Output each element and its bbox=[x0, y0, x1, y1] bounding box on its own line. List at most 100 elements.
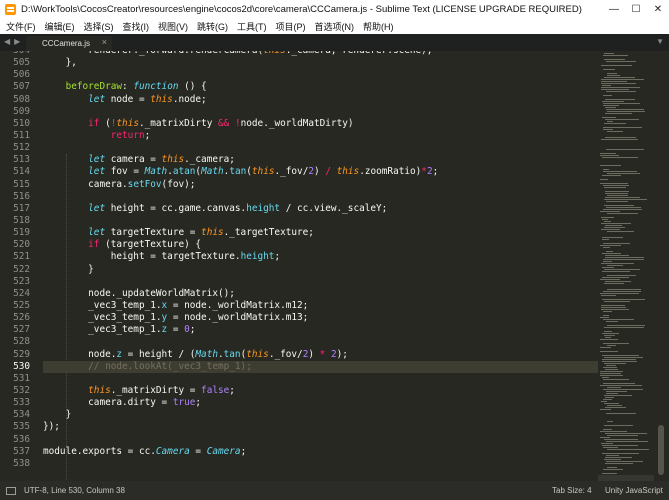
minimap-line bbox=[607, 213, 638, 214]
scrollbar-thumb[interactable] bbox=[658, 425, 664, 475]
code-area[interactable]: renderer._forward.renderCamera(this._cam… bbox=[43, 51, 598, 470]
code-line[interactable] bbox=[43, 69, 598, 81]
code-line[interactable]: _vec3_temp_1.z = 0; bbox=[43, 324, 598, 336]
line-number: 535 bbox=[13, 421, 30, 433]
code-line[interactable] bbox=[43, 434, 598, 446]
panel-toggle-icon[interactable] bbox=[6, 486, 16, 495]
code-line[interactable]: if (targetTexture) { bbox=[43, 239, 598, 251]
code-line[interactable]: height = targetTexture.height; bbox=[43, 251, 598, 263]
minimap-line bbox=[604, 205, 634, 206]
line-number: 527 bbox=[13, 324, 30, 336]
code-line[interactable] bbox=[43, 276, 598, 288]
code-line[interactable]: let fov = Math.atan(Math.tan(this._fov/2… bbox=[43, 166, 598, 178]
code-line[interactable]: let height = cc.game.canvas.height / cc.… bbox=[43, 203, 598, 215]
menu-help[interactable]: 帮助(H) bbox=[363, 20, 394, 33]
close-button[interactable]: ✕ bbox=[647, 0, 669, 19]
minimap-line bbox=[606, 365, 616, 366]
code-line[interactable]: let targetTexture = this._targetTexture; bbox=[43, 227, 598, 239]
minimap-line bbox=[601, 79, 644, 80]
line-number: 536 bbox=[13, 433, 30, 445]
code-line[interactable]: let node = this.node; bbox=[43, 94, 598, 106]
minimap-line bbox=[607, 131, 623, 132]
minimap-line bbox=[605, 193, 628, 194]
minimap-line bbox=[605, 191, 629, 192]
code-line[interactable]: }); bbox=[43, 421, 598, 433]
code-line[interactable]: }, bbox=[43, 57, 598, 69]
code-line[interactable] bbox=[43, 373, 598, 385]
code-line[interactable]: } bbox=[43, 264, 598, 276]
minimap-line bbox=[603, 169, 609, 170]
minimap-line bbox=[600, 431, 627, 432]
menu-file[interactable]: 文件(F) bbox=[6, 20, 36, 33]
minimap-line bbox=[606, 455, 619, 456]
minimap-line bbox=[603, 127, 642, 128]
minimap-line bbox=[602, 239, 609, 240]
minimap-line bbox=[605, 337, 611, 338]
code-line[interactable] bbox=[43, 191, 598, 203]
code-line-active[interactable]: // node.lookAt(_vec3_temp_1); bbox=[43, 360, 598, 373]
tab-cccamera-js[interactable]: CCCamera.js × bbox=[26, 36, 112, 51]
tab-size-selector[interactable]: Tab Size: 4 bbox=[552, 486, 592, 495]
minimap-line bbox=[603, 399, 612, 400]
maximize-button[interactable]: ☐ bbox=[625, 0, 647, 19]
minimap-line bbox=[607, 387, 621, 388]
menu-view[interactable]: 视图(V) bbox=[158, 20, 188, 33]
code-editor[interactable]: 5045055065075085095105115125135145155165… bbox=[0, 51, 669, 481]
minimap-line bbox=[603, 261, 612, 262]
code-line[interactable]: node._updateWorldMatrix(); bbox=[43, 288, 598, 300]
code-line[interactable]: node.z = height / (Math.tan(this._fov/2)… bbox=[43, 349, 598, 361]
code-line[interactable] bbox=[43, 458, 598, 470]
code-line[interactable]: module.exports = cc.Camera = Camera; bbox=[43, 446, 598, 458]
minimap-line bbox=[605, 99, 635, 100]
code-line[interactable]: camera.dirty = true; bbox=[43, 397, 598, 409]
code-line[interactable]: camera.setFov(fov); bbox=[43, 179, 598, 191]
minimap-line bbox=[603, 171, 637, 172]
menu-edit[interactable]: 编辑(E) bbox=[45, 20, 75, 33]
minimap-line bbox=[604, 227, 625, 228]
tab-forward-arrow-icon[interactable]: ▶ bbox=[14, 37, 20, 46]
minimap-line bbox=[601, 87, 640, 88]
menu-tools[interactable]: 工具(T) bbox=[237, 20, 267, 33]
minimap-line bbox=[607, 195, 628, 196]
code-line[interactable]: _vec3_temp_1.x = node._worldMatrix.m12; bbox=[43, 300, 598, 312]
code-line[interactable]: return; bbox=[43, 130, 598, 142]
tab-close-icon[interactable]: × bbox=[102, 37, 107, 47]
tab-list-dropdown-icon[interactable]: ▼ bbox=[656, 37, 664, 46]
syntax-selector[interactable]: Unity JavaScript bbox=[605, 486, 663, 495]
minimap-line bbox=[606, 109, 644, 110]
menu-preferences[interactable]: 首选项(N) bbox=[315, 20, 355, 33]
code-line[interactable]: let camera = this._camera; bbox=[43, 154, 598, 166]
code-line[interactable] bbox=[43, 106, 598, 118]
minimap-line bbox=[607, 75, 620, 76]
minimap-line bbox=[604, 53, 614, 54]
minimize-button[interactable]: — bbox=[603, 0, 625, 19]
menu-goto[interactable]: 跳转(G) bbox=[197, 20, 228, 33]
code-line[interactable]: if (!this._matrixDirty && !node._worldMa… bbox=[43, 118, 598, 130]
line-number: 514 bbox=[13, 166, 30, 178]
sublime-text-app-icon bbox=[5, 4, 16, 15]
window-title: D:\WorkTools\CocosCreator\resources\engi… bbox=[21, 4, 582, 15]
minimap-line bbox=[607, 265, 623, 266]
minimap-line bbox=[607, 405, 622, 406]
code-line[interactable]: beforeDraw: function () { bbox=[43, 81, 598, 93]
code-line[interactable]: } bbox=[43, 409, 598, 421]
code-line[interactable] bbox=[43, 142, 598, 154]
minimap-line bbox=[600, 347, 611, 348]
minimap[interactable] bbox=[598, 51, 654, 481]
tab-label: CCCamera.js bbox=[42, 39, 91, 48]
code-line[interactable] bbox=[43, 336, 598, 348]
tab-back-arrow-icon[interactable]: ◀ bbox=[4, 37, 10, 46]
code-line[interactable]: this._matrixDirty = false; bbox=[43, 385, 598, 397]
minimap-line bbox=[601, 295, 616, 296]
menu-project[interactable]: 项目(P) bbox=[276, 20, 306, 33]
code-line[interactable] bbox=[43, 215, 598, 227]
minimap-line bbox=[603, 429, 612, 430]
minimap-line bbox=[600, 339, 618, 340]
minimap-line bbox=[603, 389, 643, 390]
vertical-scrollbar[interactable] bbox=[654, 51, 669, 481]
menu-find[interactable]: 查找(I) bbox=[123, 20, 150, 33]
line-number: 506 bbox=[13, 69, 30, 81]
menu-selection[interactable]: 选择(S) bbox=[84, 20, 114, 33]
minimap-line bbox=[606, 391, 627, 392]
code-line[interactable]: _vec3_temp_1.y = node._worldMatrix.m13; bbox=[43, 312, 598, 324]
